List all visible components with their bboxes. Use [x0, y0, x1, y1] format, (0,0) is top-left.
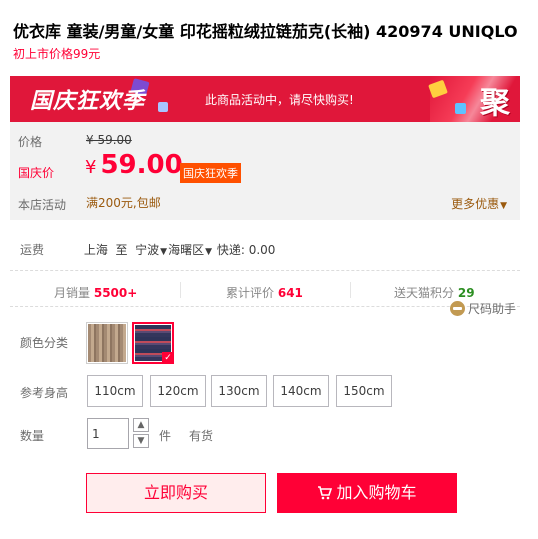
stat-separator: [350, 282, 351, 298]
review-count[interactable]: 累计评价 641: [226, 284, 303, 301]
express-fee: 快递: 0.00: [216, 243, 276, 257]
shop-promo-label: 本店活动: [18, 198, 67, 212]
size-helper-button[interactable]: 尺码助手: [450, 300, 516, 317]
height-label: 参考身高: [20, 386, 69, 400]
chevron-down-icon: ▼: [205, 247, 213, 257]
price-panel: 价格 ¥ 59.00 国庆价 ¥59.00 国庆狂欢季 本店活动 满200元,包…: [10, 122, 520, 220]
height-option-130[interactable]: 130cm: [211, 375, 267, 407]
ship-to-word: 至: [115, 243, 128, 257]
add-to-cart-label: 加入购物车: [336, 483, 417, 502]
currency-symbol: ¥: [85, 157, 97, 178]
original-price-label: 价格: [18, 135, 43, 149]
shipping-label: 运费: [20, 243, 45, 257]
checkmark-icon: ✓: [162, 352, 174, 364]
monthly-sales: 月销量 5500+: [54, 284, 137, 301]
launch-price-note: 初上市价格99元: [13, 47, 101, 61]
ship-city: 宁波: [135, 243, 160, 257]
ruler-icon: [450, 301, 465, 316]
gift-box-decoration: [455, 103, 466, 114]
buy-now-button[interactable]: 立即购买: [86, 473, 266, 513]
stock-status: 有货: [189, 429, 214, 443]
festival-price: ¥59.00: [85, 150, 183, 180]
product-title: 优衣库 童装/男童/女童 印花摇粒绒拉链茄克(长袖) 420974 UNIQLO: [13, 22, 518, 41]
divider: [10, 270, 520, 271]
points-value: 29: [457, 286, 475, 300]
festival-price-label: 国庆价: [18, 166, 55, 180]
chevron-down-icon: ▼: [160, 247, 168, 257]
ju-badge: 聚: [480, 86, 510, 121]
stats-row: 月销量 5500+ 累计评价 641 送天猫积分 29: [10, 276, 520, 306]
points-label: 送天猫积分: [394, 286, 455, 300]
reviews-label: 累计评价: [226, 286, 275, 300]
quantity-input[interactable]: [87, 418, 129, 449]
original-price: ¥ 59.00: [86, 133, 132, 147]
ship-district: 海曙区: [168, 243, 205, 257]
color-swatch-navy[interactable]: ✓: [132, 322, 174, 364]
divider: [10, 306, 520, 307]
more-deals-label: 更多优惠: [451, 197, 500, 211]
height-option-150[interactable]: 150cm: [336, 375, 392, 407]
festival-badge: 国庆狂欢季: [180, 163, 241, 183]
beige-jacket-thumbnail: [88, 324, 126, 362]
chevron-down-icon: ▼: [500, 201, 507, 211]
festival-price-value: 59.00: [100, 150, 183, 180]
height-option-140[interactable]: 140cm: [273, 375, 329, 407]
quantity-increase-button[interactable]: ▲: [133, 418, 149, 432]
quantity-label: 数量: [20, 429, 45, 443]
banner-hint: 此商品活动中，请尽快购买!: [205, 93, 354, 107]
height-option-110[interactable]: 110cm: [87, 375, 143, 407]
height-option-120[interactable]: 120cm: [150, 375, 206, 407]
color-label: 颜色分类: [20, 336, 69, 350]
quantity-unit: 件: [159, 429, 172, 443]
color-swatch-beige[interactable]: [86, 322, 128, 364]
monthly-sales-label: 月销量: [54, 286, 91, 300]
add-to-cart-button[interactable]: 加入购物车: [277, 473, 457, 513]
banner-event-name: 国庆狂欢季: [30, 89, 146, 114]
promo-banner[interactable]: 国庆狂欢季 此商品活动中，请尽快购买! 聚: [10, 76, 520, 122]
monthly-sales-value: 5500+: [93, 286, 138, 300]
shop-promo-value: 满200元,包邮: [86, 196, 161, 210]
more-deals-link[interactable]: 更多优惠▼: [451, 195, 508, 212]
shipping-row: 运费 上海 至 宁波▼海曙区▼ 快递: 0.00: [20, 241, 500, 258]
cart-icon: [318, 486, 333, 500]
quantity-decrease-button[interactable]: ▼: [133, 434, 149, 448]
tmall-points: 送天猫积分 29: [394, 284, 475, 301]
ship-city-selector[interactable]: 宁波▼: [135, 243, 168, 257]
ship-from: 上海: [83, 243, 108, 257]
size-helper-label: 尺码助手: [468, 302, 517, 316]
gift-box-decoration: [158, 102, 168, 112]
stat-separator: [180, 282, 181, 298]
reviews-value: 641: [277, 286, 303, 300]
chevron-down-icon: ▼: [137, 436, 145, 446]
chevron-up-icon: ▲: [137, 420, 145, 430]
ship-district-selector[interactable]: 海曙区▼: [168, 243, 213, 257]
